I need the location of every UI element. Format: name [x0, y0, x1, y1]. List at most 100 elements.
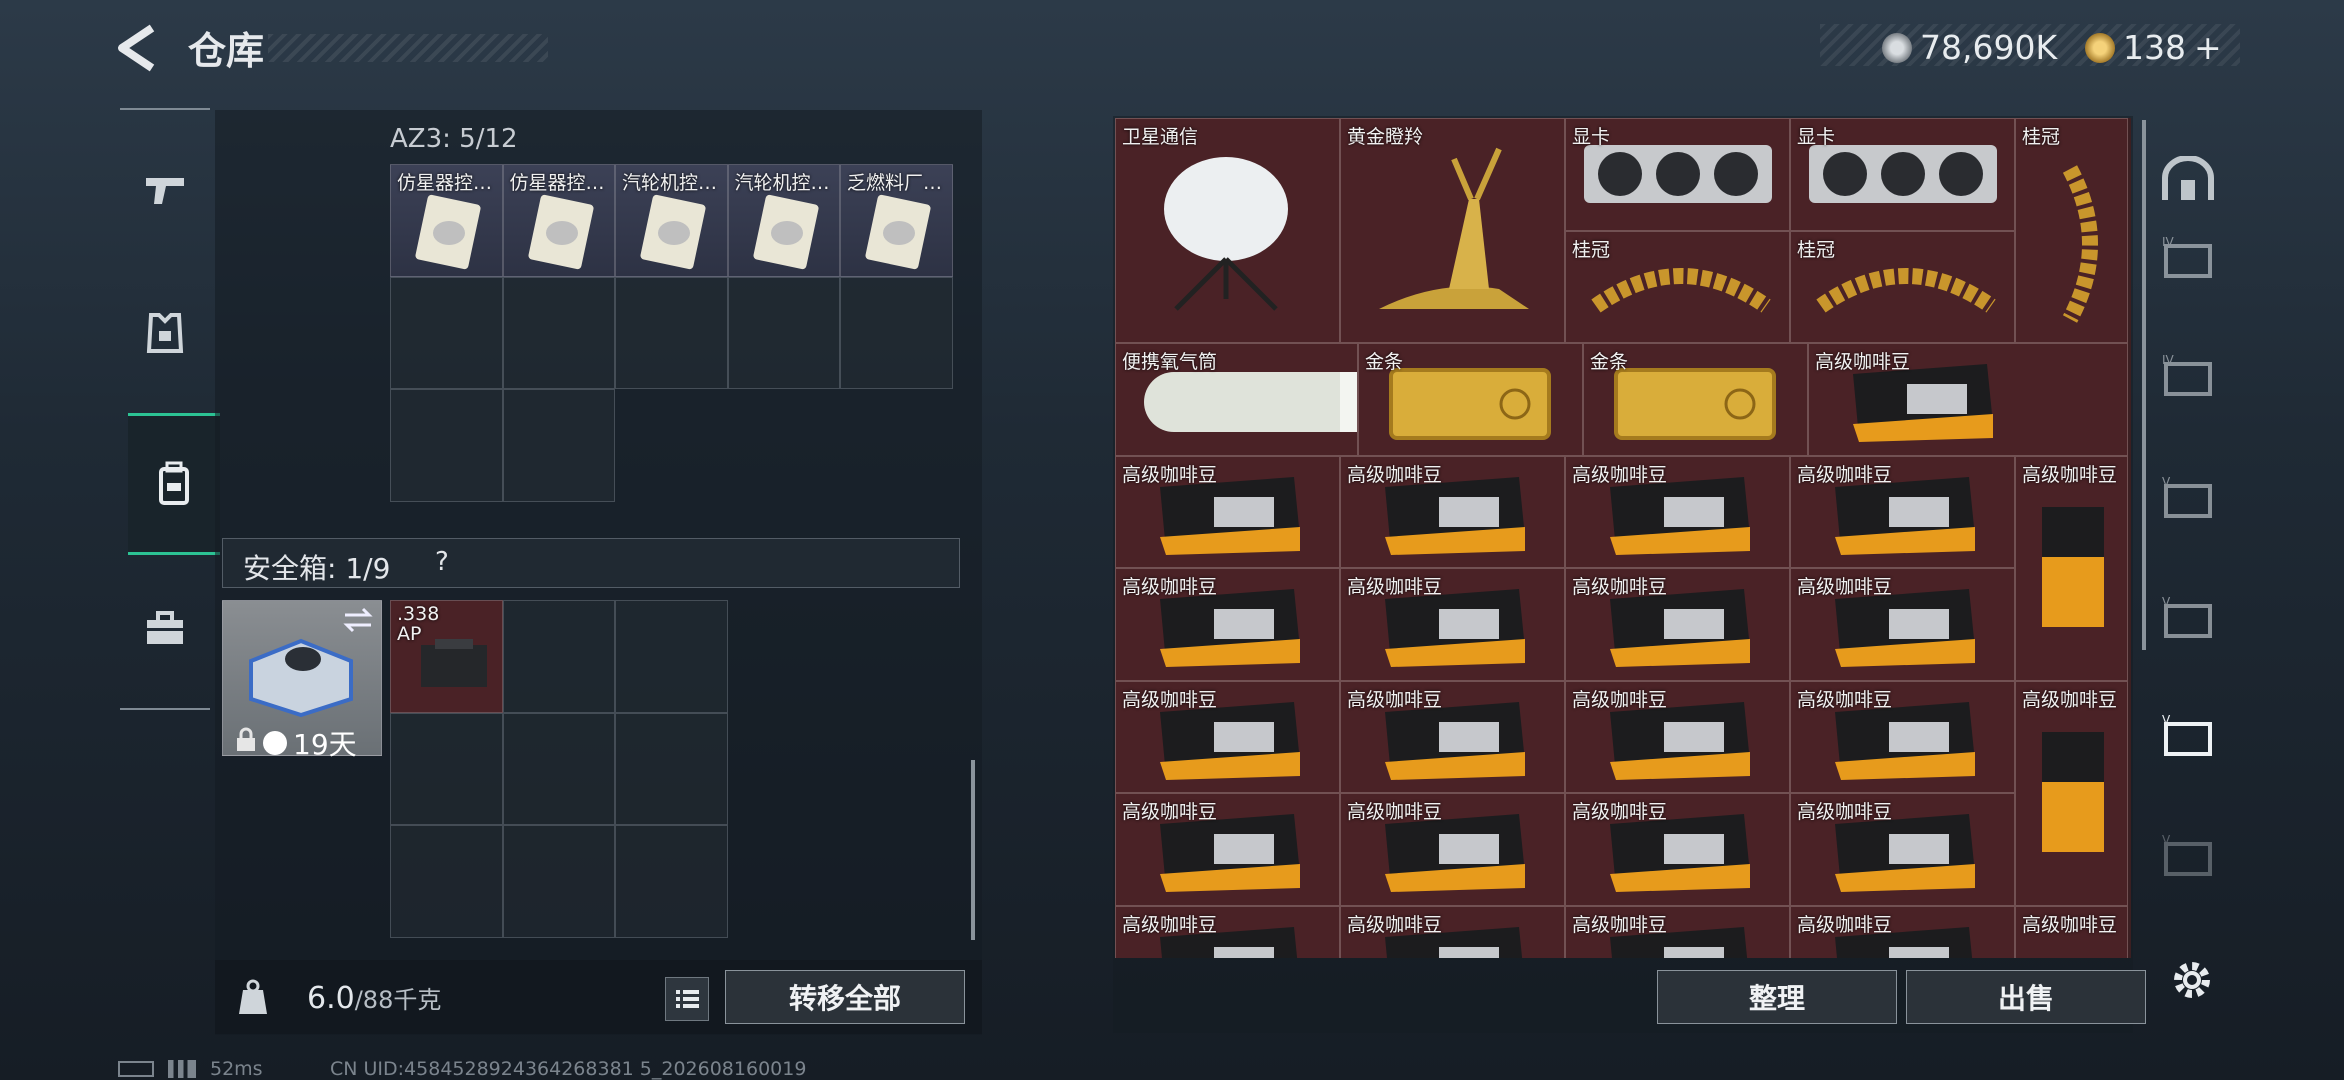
stash-item[interactable]: 桂冠 [1790, 230, 2015, 343]
stash-item[interactable]: 金条 [1583, 343, 1808, 456]
page-title: 仓库 [188, 29, 265, 73]
sort-button[interactable]: 整理 [1657, 970, 1897, 1024]
stash-item[interactable]: 显卡 [1565, 118, 1790, 231]
stash-item[interactable]: 高级咖啡豆 [1565, 568, 1790, 681]
item-name: 便携氧气筒 [1122, 351, 1218, 373]
grid-cell[interactable] [727, 276, 840, 389]
stash-tab-4b[interactable]: IV [2158, 346, 2218, 406]
grid-cell[interactable] [502, 276, 615, 389]
safe-box-image [249, 638, 353, 717]
grid-cell[interactable] [390, 825, 503, 938]
list-view-button[interactable] [665, 977, 709, 1021]
add-currency-button[interactable]: + [2194, 28, 2222, 67]
safe-item-ammo[interactable]: .338 AP [390, 600, 503, 713]
stash-item[interactable]: 高级咖啡豆 [2015, 455, 2128, 681]
stash-tab-5c[interactable]: V [2158, 706, 2218, 766]
stash-item[interactable]: 高级咖啡豆 [1115, 568, 1340, 681]
grid-cell[interactable] [615, 600, 728, 713]
sell-button[interactable]: 出售 [1906, 970, 2146, 1024]
settings-button[interactable] [2162, 950, 2222, 1010]
grid-cell[interactable] [390, 389, 503, 502]
currency-b[interactable]: 138 + [2085, 28, 2222, 67]
safe-box-grid: .338 AP [390, 600, 728, 938]
stash-item[interactable]: 高级咖啡豆 [1340, 568, 1565, 681]
left-scrollbar[interactable] [971, 760, 975, 940]
stash-tab-5[interactable]: V [2158, 468, 2218, 528]
back-button[interactable] [112, 22, 162, 74]
oxygen-tank-icon [1144, 372, 1357, 432]
stash-item[interactable]: 高级咖啡豆 [1790, 455, 2015, 568]
item-name: 显卡 [1572, 126, 1611, 148]
nav-weapons[interactable] [130, 150, 200, 230]
item-name: 高级咖啡豆 [1122, 576, 1218, 598]
stash-item[interactable]: 高级咖啡豆 [1340, 793, 1565, 906]
stash-item[interactable]: 高级咖啡豆 [1340, 455, 1565, 568]
stash-item[interactable]: 桂冠 [1565, 230, 1790, 343]
stash-item[interactable]: 高级咖啡豆 [1115, 905, 1340, 958]
stash-item[interactable]: 金条 [1358, 343, 1583, 456]
stash-item[interactable]: 高级咖啡豆 [1115, 455, 1340, 568]
stash-card-icon: V [2162, 833, 2212, 876]
stash-item[interactable]: 高级咖啡豆 [2015, 905, 2128, 958]
grid-cell[interactable] [615, 825, 728, 938]
grid-cell[interactable] [390, 712, 503, 825]
stash-item[interactable]: 显卡 [1790, 118, 2015, 231]
stash-item[interactable]: 高级咖啡豆 [1340, 680, 1565, 793]
item-name: 桂冠 [2022, 126, 2061, 148]
grid-cell[interactable] [390, 276, 503, 389]
grid-cell[interactable] [502, 825, 615, 938]
container-item[interactable]: 仿星器控… [390, 164, 503, 277]
nav-case[interactable] [130, 588, 200, 668]
stash-item[interactable]: 高级咖啡豆 [1790, 905, 2015, 958]
grid-cell[interactable] [615, 712, 728, 825]
control-chip-icon [752, 194, 819, 270]
item-name: 高级咖啡豆 [1572, 801, 1668, 823]
grid-cell[interactable] [502, 712, 615, 825]
currency-b-value: 138 [2123, 28, 2186, 67]
stash-item[interactable]: 高级咖啡豆 [1790, 680, 2015, 793]
item-name: 高级咖啡豆 [1347, 913, 1443, 936]
nav-backpack[interactable] [128, 413, 220, 555]
grid-cell[interactable] [502, 600, 615, 713]
stash-item[interactable]: 高级咖啡豆 [2015, 680, 2128, 906]
item-name: 高级咖啡豆 [1122, 913, 1218, 936]
battery-icon [118, 1061, 154, 1077]
help-button[interactable]: ? [435, 547, 449, 577]
safe-box-item[interactable]: 19天 [222, 600, 382, 761]
transfer-all-button[interactable]: 转移全部 [725, 970, 965, 1024]
stash-tab-main[interactable] [2158, 150, 2218, 210]
grid-cell[interactable] [502, 389, 615, 502]
stash-item[interactable]: 高级咖啡豆 [1565, 680, 1790, 793]
stash-card-icon: V [2162, 475, 2212, 518]
stash-tab-4[interactable]: IV [2158, 228, 2218, 288]
control-chip-icon [865, 194, 931, 270]
stash-scrollbar[interactable] [2142, 120, 2146, 650]
stash-item[interactable]: 高级咖啡豆 [1115, 680, 1340, 793]
container-item[interactable]: 汽轮机控… [615, 164, 728, 277]
currency-a[interactable]: 78,690K [1882, 28, 2057, 67]
briefcase-icon [147, 611, 183, 644]
stash-item[interactable]: 高级咖啡豆 [1790, 568, 2015, 681]
container-item[interactable]: 汽轮机控… [727, 164, 840, 277]
stash-item[interactable]: 高级咖啡豆 [1115, 793, 1340, 906]
stash-item[interactable]: 黄金瞪羚 [1340, 118, 1565, 343]
stash-item[interactable]: 高级咖啡豆 [1790, 793, 2015, 906]
stash-tab-5d[interactable]: V [2158, 826, 2218, 886]
stash-item[interactable]: 高级咖啡豆 [1808, 343, 2128, 456]
stash-item[interactable]: 高级咖啡豆 [1565, 905, 1790, 958]
container-item[interactable]: 仿星器控… [502, 164, 615, 277]
stash-item[interactable]: 高级咖啡豆 [1340, 905, 1565, 958]
stash-item[interactable]: 卫星通信 [1115, 118, 1340, 343]
stash-item[interactable]: 高级咖啡豆 [1565, 455, 1790, 568]
stash-item[interactable]: 桂冠 [2015, 118, 2128, 343]
stash-item[interactable]: 高级咖啡豆 [1565, 793, 1790, 906]
stash-item[interactable]: 便携氧气筒 [1115, 343, 1358, 456]
grid-cell[interactable] [615, 276, 728, 389]
item-name: 高级咖啡豆 [2022, 688, 2118, 711]
item-name: 高级咖啡豆 [1572, 463, 1668, 486]
nav-armor[interactable] [130, 293, 200, 373]
weight-icon [239, 979, 267, 1014]
container-item[interactable]: 乏燃料厂… [840, 164, 953, 277]
grid-cell[interactable] [840, 276, 953, 389]
stash-tab-5b[interactable]: V [2158, 588, 2218, 648]
